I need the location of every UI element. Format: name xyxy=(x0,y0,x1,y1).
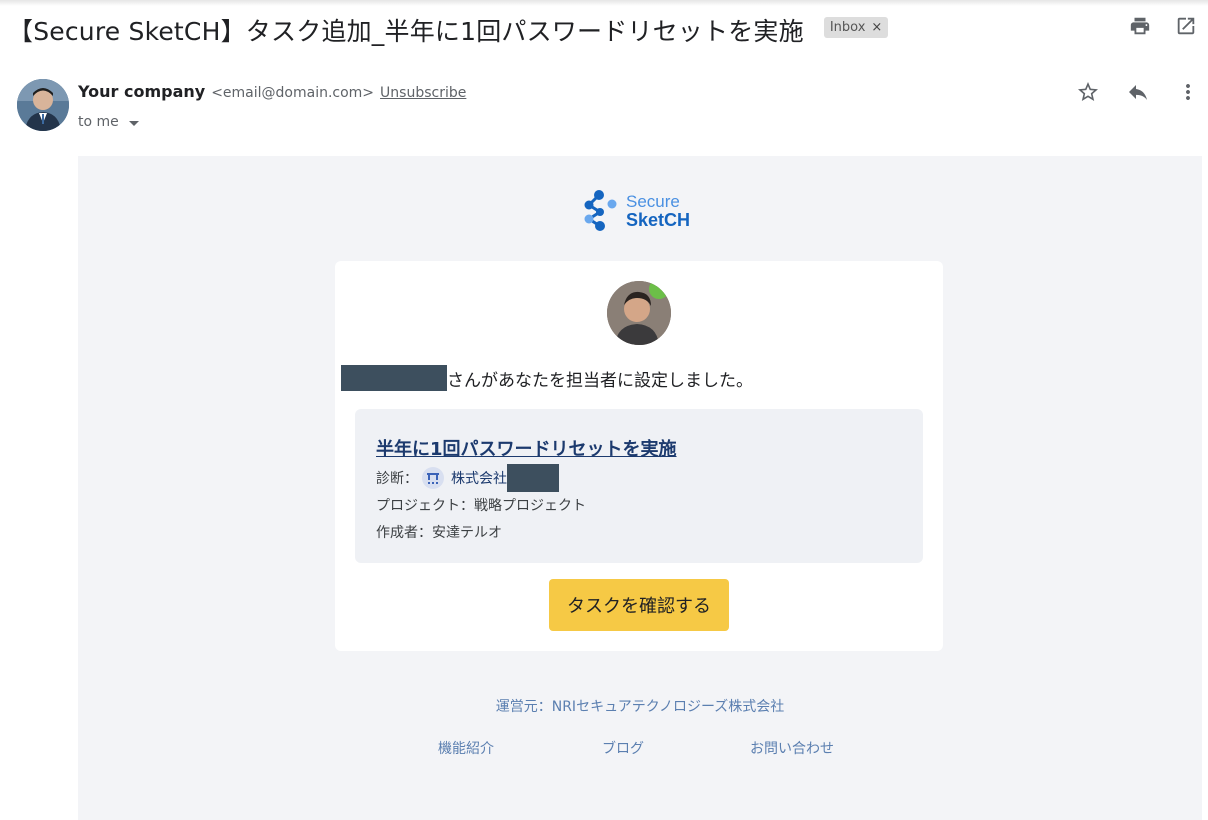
brand-logo-icon xyxy=(580,186,622,236)
message-actions xyxy=(1076,80,1200,104)
task-details-box: 半年に1回パスワードリセットを実施 診断： 株式会社 プロジェクト：戦略プロジェ… xyxy=(355,409,923,563)
top-shadow xyxy=(0,0,1208,6)
brand-logo-line2: SketCH xyxy=(626,210,691,230)
email-subject: 【Secure SketCH】タスク追加_半年に1回パスワードリセットを実施 xyxy=(8,17,804,46)
footer-link-blog[interactable]: ブログ xyxy=(602,738,644,758)
sender-email: <email@domain.com> xyxy=(211,85,375,101)
assignment-message-text: さんがあなたを担当者に設定しました。 xyxy=(447,370,753,391)
organization-icon xyxy=(422,467,444,489)
unsubscribe-link[interactable]: Unsubscribe xyxy=(380,85,466,101)
brand-logo: Secure SketCH xyxy=(580,186,690,236)
assignment-message: さんがあなたを担当者に設定しました。 xyxy=(341,365,753,391)
footer-link-features[interactable]: 機能紹介 xyxy=(438,738,494,758)
project-row: プロジェクト：戦略プロジェクト xyxy=(376,498,586,514)
brand-logo-text: Secure SketCH xyxy=(626,193,690,229)
brand-logo-line1: Secure xyxy=(626,192,680,211)
organization-name: 株式会社 xyxy=(451,471,507,487)
email-body: Secure SketCH さんがあなたを担当者に設定しました。 半年に1回パス… xyxy=(78,156,1202,820)
print-icon[interactable] xyxy=(1128,14,1152,38)
open-in-new-icon[interactable] xyxy=(1174,14,1198,38)
star-icon[interactable] xyxy=(1076,80,1100,104)
task-title-link[interactable]: 半年に1回パスワードリセットを実施 xyxy=(376,435,677,461)
sender-line: Your company <email@domain.com> Unsubscr… xyxy=(78,82,466,101)
diagnosis-label: 診断： xyxy=(376,471,418,487)
diagnosis-row: 診断： 株式会社 xyxy=(376,464,559,492)
caret-down-icon xyxy=(128,120,139,126)
thread-actions xyxy=(1128,14,1198,38)
redacted-user-name xyxy=(341,365,447,391)
inbox-label-text: Inbox xyxy=(829,19,866,35)
operator-text: 運営元：NRIセキュアテクノロジーズ株式会社 xyxy=(495,699,785,715)
sender-avatar[interactable] xyxy=(17,79,69,131)
sender-name: Your company xyxy=(78,82,206,101)
footer-link-contact[interactable]: お問い合わせ xyxy=(750,738,834,758)
creator-row: 作成者：安達テルオ xyxy=(376,525,502,541)
subject-row: 【Secure SketCH】タスク追加_半年に1回パスワードリセットを実施 I… xyxy=(8,12,889,48)
confirm-task-button[interactable]: タスクを確認する xyxy=(549,579,729,631)
remove-label-button[interactable]: × xyxy=(871,20,882,35)
recipient-details-toggle[interactable]: to me xyxy=(78,114,139,130)
recipient-text: to me xyxy=(78,114,119,130)
notification-card: さんがあなたを担当者に設定しました。 半年に1回パスワードリセットを実施 診断：… xyxy=(335,261,943,651)
inbox-label-chip: Inbox × xyxy=(823,16,889,38)
redacted-organization-name xyxy=(507,464,559,492)
reply-icon[interactable] xyxy=(1126,80,1150,104)
assigner-avatar xyxy=(607,281,671,345)
more-vert-icon[interactable] xyxy=(1176,80,1200,104)
